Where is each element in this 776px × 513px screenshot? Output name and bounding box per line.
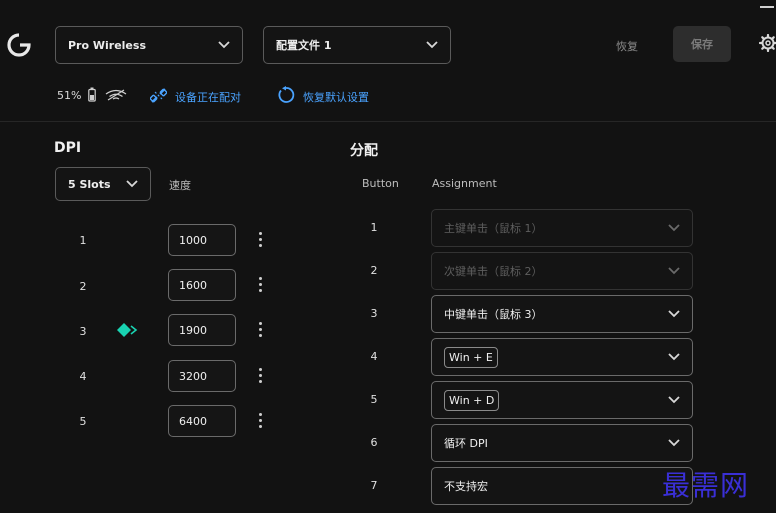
- chevron-down-icon: [668, 224, 680, 232]
- dpi-slot-number: 5: [79, 415, 87, 428]
- chevron-down-icon: [218, 41, 230, 49]
- assignment-label: 次键单击（鼠标 2）: [444, 265, 543, 278]
- assignment-select[interactable]: Win + E: [431, 338, 693, 376]
- key-combo-chip: Win + D: [444, 389, 500, 411]
- chevron-down-icon: [668, 353, 680, 361]
- assignment-column-header: Assignment: [432, 177, 497, 190]
- dpi-slot-number: 1: [79, 234, 87, 247]
- button-number: 7: [370, 479, 378, 492]
- dpi-slots-select[interactable]: 5 Slots: [55, 167, 151, 201]
- dpi-row-menu-icon[interactable]: [258, 232, 262, 250]
- chevron-down-icon: [426, 41, 438, 49]
- button-number: 2: [370, 264, 378, 277]
- chevron-down-icon: [668, 439, 680, 447]
- dpi-value-input[interactable]: 3200: [168, 360, 236, 392]
- profile-select-label: 配置文件 1: [276, 39, 332, 52]
- dpi-slots-label: 5 Slots: [68, 177, 111, 191]
- dpi-slot-number: 2: [79, 280, 87, 293]
- dpi-row-menu-icon[interactable]: [258, 413, 262, 431]
- assignment-select[interactable]: 不支持宏: [431, 467, 693, 505]
- dpi-row-menu-icon[interactable]: [258, 322, 262, 340]
- battery-percent: 51%: [57, 89, 82, 102]
- assignment-select[interactable]: 循环 DPI: [431, 424, 693, 462]
- key-combo-chip: Win + E: [444, 346, 498, 368]
- active-dpi-indicator-icon: [117, 323, 138, 337]
- assignment-section-title: 分配: [350, 143, 378, 159]
- restore-button[interactable]: 恢复: [616, 38, 638, 54]
- reset-icon: [278, 86, 295, 103]
- profile-select[interactable]: 配置文件 1: [263, 26, 451, 64]
- dpi-row-menu-icon[interactable]: [258, 368, 262, 386]
- assignment-select-disabled: 主键单击（鼠标 1）: [431, 209, 693, 247]
- chevron-down-icon: [668, 310, 680, 318]
- device-select-label: Pro Wireless: [68, 38, 146, 52]
- button-number: 6: [370, 436, 378, 449]
- device-select[interactable]: Pro Wireless: [55, 26, 243, 64]
- assignment-label: 不支持宏: [444, 480, 488, 493]
- chevron-down-icon: [668, 267, 680, 275]
- gear-icon[interactable]: [759, 34, 776, 52]
- pairing-link-icon: [150, 88, 167, 103]
- watermark-text: 最需网: [662, 469, 750, 502]
- button-number: 1: [370, 221, 378, 234]
- assignment-label: 中键单击（鼠标 3）: [444, 308, 543, 321]
- assignment-select[interactable]: 中键单击（鼠标 3）: [431, 295, 693, 333]
- logitech-g-logo-icon: [7, 33, 31, 57]
- header-divider: [0, 121, 776, 122]
- dpi-value-input[interactable]: 1900: [168, 314, 236, 346]
- dpi-section-title: DPI: [54, 140, 82, 156]
- dpi-value-input[interactable]: 1000: [168, 224, 236, 256]
- assignment-select-disabled: 次键单击（鼠标 2）: [431, 252, 693, 290]
- button-number: 4: [370, 350, 378, 363]
- wireless-signal-icon: [105, 89, 127, 101]
- chevron-down-icon: [126, 180, 138, 188]
- reset-defaults-link[interactable]: 恢复默认设置: [303, 89, 369, 105]
- dpi-value-input[interactable]: 1600: [168, 269, 236, 301]
- assignment-select[interactable]: Win + D: [431, 381, 693, 419]
- dpi-value-input[interactable]: 6400: [168, 405, 236, 437]
- dpi-slot-number: 4: [79, 370, 87, 383]
- button-number: 3: [370, 307, 378, 320]
- dpi-slot-number: 3: [79, 325, 87, 338]
- dpi-row-menu-icon[interactable]: [258, 277, 262, 295]
- battery-icon: [88, 87, 96, 102]
- save-button[interactable]: 保存: [673, 26, 731, 62]
- assignment-label: 主键单击（鼠标 1）: [444, 222, 543, 235]
- chevron-down-icon: [668, 396, 680, 404]
- button-number: 5: [370, 393, 378, 406]
- assignment-label: 循环 DPI: [444, 437, 488, 450]
- window-minimize-button[interactable]: [760, 6, 774, 8]
- button-column-header: Button: [362, 177, 399, 190]
- pairing-status-link[interactable]: 设备正在配对: [175, 89, 241, 105]
- dpi-speed-label: 速度: [169, 179, 191, 192]
